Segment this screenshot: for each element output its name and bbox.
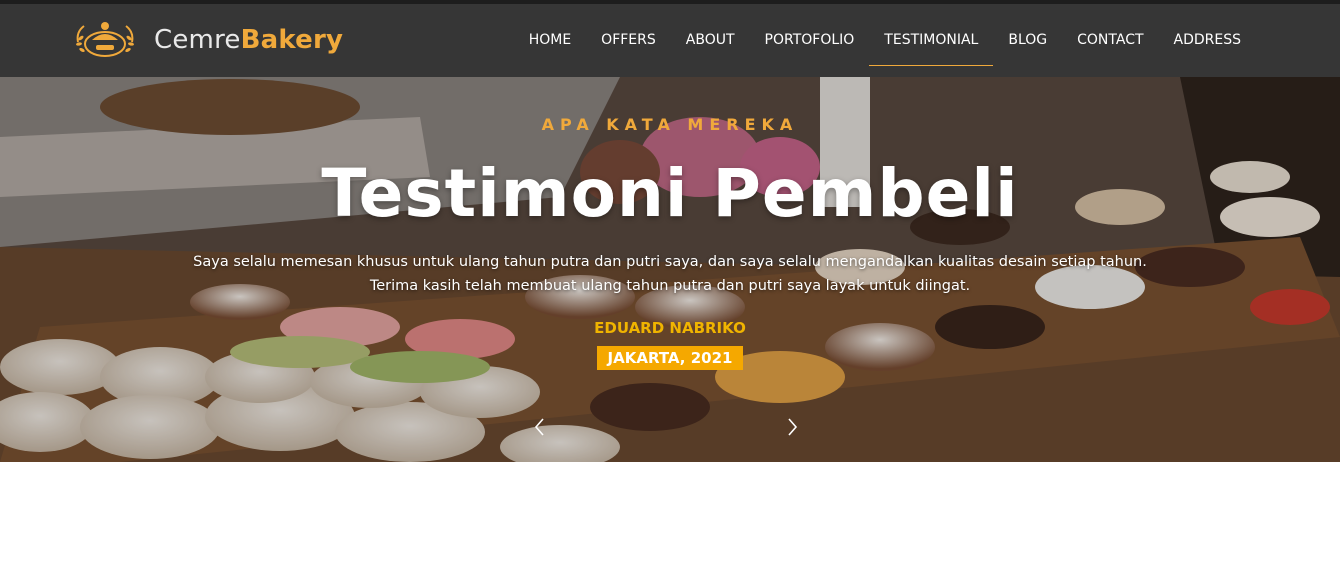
nav-blog[interactable]: BLOG xyxy=(993,4,1062,77)
navbar: CemreBakery HOME OFFERS ABOUT PORTOFOLIO… xyxy=(0,4,1340,77)
section-title: Testimoni Pembeli xyxy=(321,155,1019,232)
testimonial-content: APA KATA MEREKA Testimoni Pembeli Saya s… xyxy=(0,77,1340,462)
quote-line-2: Terima kasih telah membuat ulang tahun p… xyxy=(369,278,971,294)
carousel-next-button[interactable] xyxy=(780,415,804,439)
nav-offers[interactable]: OFFERS xyxy=(586,4,671,77)
nav-portofolio[interactable]: PORTOFOLIO xyxy=(750,4,870,77)
section-eyebrow: APA KATA MEREKA xyxy=(541,115,799,134)
chevron-left-icon xyxy=(534,418,544,436)
carousel-prev-button[interactable] xyxy=(528,415,552,439)
brand-name: CemreBakery xyxy=(154,25,343,55)
quote-line-1: Saya selalu memesan khusus untuk ulang t… xyxy=(193,254,1147,270)
brand-name-bold: Bakery xyxy=(240,25,344,55)
testimonial-hero: APA KATA MEREKA Testimoni Pembeli Saya s… xyxy=(0,77,1340,462)
nav-home[interactable]: HOME xyxy=(514,4,586,77)
bakery-logo-icon xyxy=(76,22,134,57)
logo[interactable]: CemreBakery xyxy=(72,20,343,60)
nav-contact[interactable]: CONTACT xyxy=(1062,4,1158,77)
nav-testimonial[interactable]: TESTIMONIAL xyxy=(869,4,994,77)
testimonial-quote: Saya selalu memesan khusus untuk ulang t… xyxy=(190,250,1150,298)
location-wrapper: JAKARTA, 2021 xyxy=(0,346,1340,370)
chevron-right-icon xyxy=(788,418,798,436)
nav-address[interactable]: ADDRESS xyxy=(1159,4,1256,77)
nav-about[interactable]: ABOUT xyxy=(671,4,750,77)
main-nav: HOME OFFERS ABOUT PORTOFOLIO TESTIMONIAL… xyxy=(514,4,1256,77)
location-badge: JAKARTA, 2021 xyxy=(596,346,744,370)
testimonial-author: EDUARD NABRIKO xyxy=(594,319,746,337)
brand-name-light: Cemre xyxy=(154,25,241,55)
